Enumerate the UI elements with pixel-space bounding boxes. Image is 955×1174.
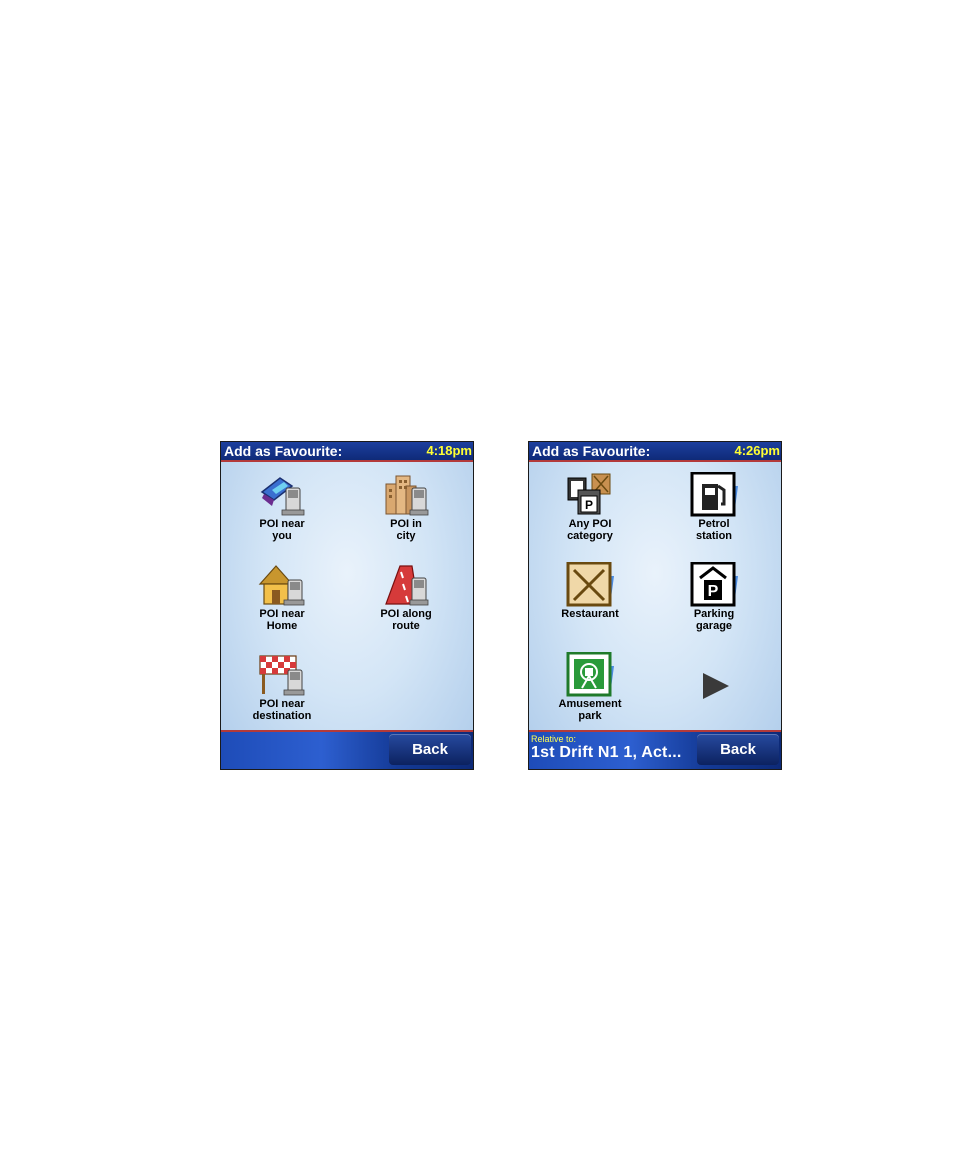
poi-in-city-icon: [382, 472, 430, 518]
poi-near-destination-button[interactable]: POI near destination: [232, 652, 332, 732]
parking-garage-button[interactable]: P Parking garage: [664, 562, 764, 642]
parking-garage-icon: P: [690, 562, 738, 608]
menu-item-label: POI near destination: [252, 698, 312, 722]
screen-title: Add as Favourite:: [224, 443, 343, 459]
restaurant-icon: [566, 562, 614, 608]
screen-title: Add as Favourite:: [532, 443, 651, 459]
menu-item-label: Any POI category: [567, 518, 613, 542]
poi-near-destination-icon: [258, 652, 306, 698]
menu-item-label: POI in city: [390, 518, 422, 542]
svg-text:P: P: [708, 583, 719, 600]
menu-item-label: POI along route: [380, 608, 432, 632]
poi-near-you-icon: [258, 472, 306, 518]
poi-along-route-button[interactable]: POI along route: [356, 562, 456, 642]
any-poi-category-icon: P: [566, 472, 614, 518]
menu-item-label: Restaurant: [561, 608, 619, 620]
any-poi-category-button[interactable]: P Any POI category: [540, 472, 640, 552]
menu-item-label: POI near you: [259, 518, 305, 542]
poi-in-city-button[interactable]: POI in city: [356, 472, 456, 552]
bottom-bar: Back: [221, 730, 473, 769]
restaurant-button[interactable]: Restaurant: [540, 562, 640, 642]
poi-along-route-icon: [382, 562, 430, 608]
svg-text:P: P: [585, 498, 593, 512]
menu-item-label: Amusement park: [558, 698, 622, 722]
right-screen: Add as Favourite: 4:26pm P Any POI categ…: [528, 441, 782, 770]
title-bar: Add as Favourite: 4:26pm: [529, 442, 781, 462]
back-button[interactable]: Back: [389, 734, 471, 765]
back-button[interactable]: Back: [697, 734, 779, 765]
clock-time: 4:18pm: [426, 443, 472, 458]
relative-to-label: Relative to:: [531, 734, 577, 744]
clock-time: 4:26pm: [734, 443, 780, 458]
petrol-station-icon: [690, 472, 738, 518]
bottom-bar: Relative to: 1st Drift N1 1, Act... Back: [529, 730, 781, 769]
poi-near-home-icon: [258, 562, 306, 608]
left-screen: Add as Favourite: 4:18pm POI near you PO…: [220, 441, 474, 770]
next-arrow-icon[interactable]: [699, 669, 733, 703]
menu-item-label: POI near Home: [259, 608, 305, 632]
menu-item-label: Parking garage: [693, 608, 735, 632]
menu-item-label: Petrol station: [695, 518, 733, 542]
poi-near-home-button[interactable]: POI near Home: [232, 562, 332, 642]
relative-to-address: 1st Drift N1 1, Act...: [531, 744, 682, 761]
amusement-park-icon: [566, 652, 614, 698]
petrol-station-button[interactable]: Petrol station: [664, 472, 764, 552]
title-bar: Add as Favourite: 4:18pm: [221, 442, 473, 462]
amusement-park-button[interactable]: Amusement park: [540, 652, 640, 732]
poi-near-you-button[interactable]: POI near you: [232, 472, 332, 552]
